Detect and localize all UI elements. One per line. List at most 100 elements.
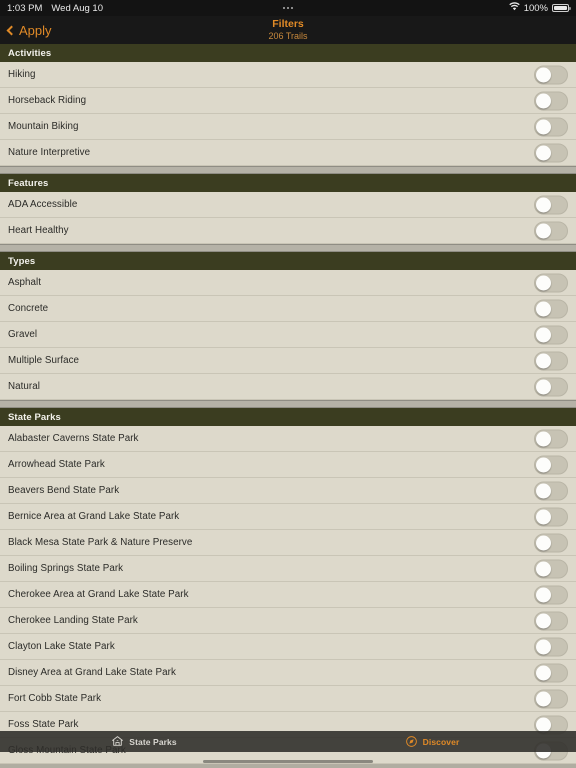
chevron-left-icon bbox=[6, 25, 17, 35]
filter-toggle-switch[interactable] bbox=[534, 273, 568, 292]
filter-toggle-switch[interactable] bbox=[534, 195, 568, 214]
filter-row[interactable]: ADA Accessible bbox=[0, 192, 576, 218]
filter-toggle-switch[interactable] bbox=[534, 429, 568, 448]
tab-discover[interactable]: Discover bbox=[288, 731, 576, 752]
filter-row[interactable]: Bernice Area at Grand Lake State Park bbox=[0, 504, 576, 530]
toggle-knob bbox=[536, 639, 551, 654]
section-separator bbox=[0, 400, 576, 408]
toggle-knob bbox=[536, 67, 551, 82]
filter-row[interactable]: Black Mesa State Park & Nature Preserve bbox=[0, 530, 576, 556]
filter-row[interactable]: Heart Healthy bbox=[0, 218, 576, 244]
filter-row[interactable]: Arrowhead State Park bbox=[0, 452, 576, 478]
filter-toggle-switch[interactable] bbox=[534, 481, 568, 500]
toggle-knob bbox=[536, 379, 551, 394]
filter-toggle-switch[interactable] bbox=[534, 377, 568, 396]
status-bar-right: 100% bbox=[508, 2, 571, 14]
filter-row-label: Alabaster Caverns State Park bbox=[8, 433, 139, 444]
tab-bar: State Parks Discover bbox=[0, 731, 576, 752]
toggle-knob bbox=[536, 613, 551, 628]
filter-row-label: Bernice Area at Grand Lake State Park bbox=[8, 511, 180, 522]
filter-row[interactable]: Boiling Springs State Park bbox=[0, 556, 576, 582]
filter-toggle-switch[interactable] bbox=[534, 507, 568, 526]
toggle-knob bbox=[536, 509, 551, 524]
status-bar-date: Wed Aug 10 bbox=[51, 2, 103, 14]
more-dots-icon bbox=[283, 7, 293, 9]
filters-list[interactable]: Activities Hiking Horseback Riding Mountain… bbox=[0, 44, 576, 768]
toggle-knob bbox=[536, 327, 551, 342]
toggle-knob bbox=[536, 353, 551, 368]
toggle-knob bbox=[536, 119, 551, 134]
filter-row-label: Natural bbox=[8, 381, 40, 392]
filter-toggle-switch[interactable] bbox=[534, 455, 568, 474]
toggle-knob bbox=[536, 483, 551, 498]
filter-toggle-switch[interactable] bbox=[534, 689, 568, 708]
apply-back-label: Apply bbox=[19, 22, 52, 38]
filter-toggle-switch[interactable] bbox=[534, 637, 568, 656]
battery-full-icon bbox=[552, 4, 571, 12]
filter-toggle-switch[interactable] bbox=[534, 533, 568, 552]
toggle-knob bbox=[536, 587, 551, 602]
filter-toggle-switch[interactable] bbox=[534, 221, 568, 240]
status-bar-time: 1:03 PM bbox=[7, 2, 43, 14]
filter-row-label: Clayton Lake State Park bbox=[8, 641, 115, 652]
section-header: Activities bbox=[0, 44, 576, 62]
filter-row-label: Hiking bbox=[8, 69, 36, 80]
toggle-knob bbox=[536, 717, 551, 732]
filter-row[interactable]: Horseback Riding bbox=[0, 88, 576, 114]
filter-toggle-switch[interactable] bbox=[534, 299, 568, 318]
nav-title-block: Filters 206 Trails bbox=[0, 16, 576, 44]
apply-back-button[interactable]: Apply bbox=[0, 23, 52, 38]
filter-section: Types Asphalt Concrete Gravel Multiple Surfa… bbox=[0, 252, 576, 400]
filter-toggle-switch[interactable] bbox=[534, 91, 568, 110]
filter-toggle-switch[interactable] bbox=[534, 663, 568, 682]
filter-row[interactable]: Natural bbox=[0, 374, 576, 400]
filter-toggle-switch[interactable] bbox=[534, 117, 568, 136]
filter-toggle-switch[interactable] bbox=[534, 351, 568, 370]
filter-row[interactable]: Nature Interpretive bbox=[0, 140, 576, 166]
filter-toggle-switch[interactable] bbox=[534, 65, 568, 84]
park-building-icon bbox=[111, 735, 124, 748]
filter-row[interactable]: Cherokee Landing State Park bbox=[0, 608, 576, 634]
wifi-icon bbox=[508, 2, 520, 14]
section-header: Features bbox=[0, 174, 576, 192]
filter-row-label: Foss State Park bbox=[8, 719, 79, 730]
filter-row[interactable]: Disney Area at Grand Lake State Park bbox=[0, 660, 576, 686]
status-bar: 1:03 PM Wed Aug 10 100% bbox=[0, 0, 576, 16]
filter-row[interactable]: Alabaster Caverns State Park bbox=[0, 426, 576, 452]
filter-row[interactable]: Hiking bbox=[0, 62, 576, 88]
filter-row-label: Cherokee Landing State Park bbox=[8, 615, 138, 626]
battery-percent-label: 100% bbox=[523, 2, 548, 14]
filter-toggle-switch[interactable] bbox=[534, 585, 568, 604]
filter-row-label: Fort Cobb State Park bbox=[8, 693, 102, 704]
filter-row[interactable]: Cherokee Area at Grand Lake State Park bbox=[0, 582, 576, 608]
filter-row[interactable]: Beavers Bend State Park bbox=[0, 478, 576, 504]
filter-toggle-switch[interactable] bbox=[534, 611, 568, 630]
filter-row-label: Mountain Biking bbox=[8, 121, 79, 132]
filter-row-label: Cherokee Area at Grand Lake State Park bbox=[8, 589, 189, 600]
filter-row[interactable]: Gravel bbox=[0, 322, 576, 348]
filter-row[interactable]: Concrete bbox=[0, 296, 576, 322]
filter-row[interactable]: Multiple Surface bbox=[0, 348, 576, 374]
filter-toggle-switch[interactable] bbox=[534, 325, 568, 344]
toggle-knob bbox=[536, 691, 551, 706]
toggle-knob bbox=[536, 301, 551, 316]
toggle-knob bbox=[536, 535, 551, 550]
filter-toggle-switch[interactable] bbox=[534, 559, 568, 578]
filter-row-label: Black Mesa State Park & Nature Preserve bbox=[8, 537, 193, 548]
filter-row[interactable]: Clayton Lake State Park bbox=[0, 634, 576, 660]
toggle-knob bbox=[536, 561, 551, 576]
tab-label: State Parks bbox=[129, 736, 177, 747]
app-screen: 1:03 PM Wed Aug 10 100% Apply Filters 20… bbox=[0, 0, 576, 768]
filter-row[interactable]: Mountain Biking bbox=[0, 114, 576, 140]
filter-row[interactable]: Asphalt bbox=[0, 270, 576, 296]
compass-icon bbox=[405, 735, 418, 748]
toggle-knob bbox=[536, 197, 551, 212]
filter-toggle-switch[interactable] bbox=[534, 143, 568, 162]
filter-row[interactable]: Fort Cobb State Park bbox=[0, 686, 576, 712]
tab-state-parks[interactable]: State Parks bbox=[0, 731, 288, 752]
toggle-knob bbox=[536, 93, 551, 108]
filter-row-label: Gravel bbox=[8, 329, 38, 340]
filter-section: Features ADA Accessible Heart Healthy bbox=[0, 174, 576, 244]
toggle-knob bbox=[536, 431, 551, 446]
section-header: State Parks bbox=[0, 408, 576, 426]
